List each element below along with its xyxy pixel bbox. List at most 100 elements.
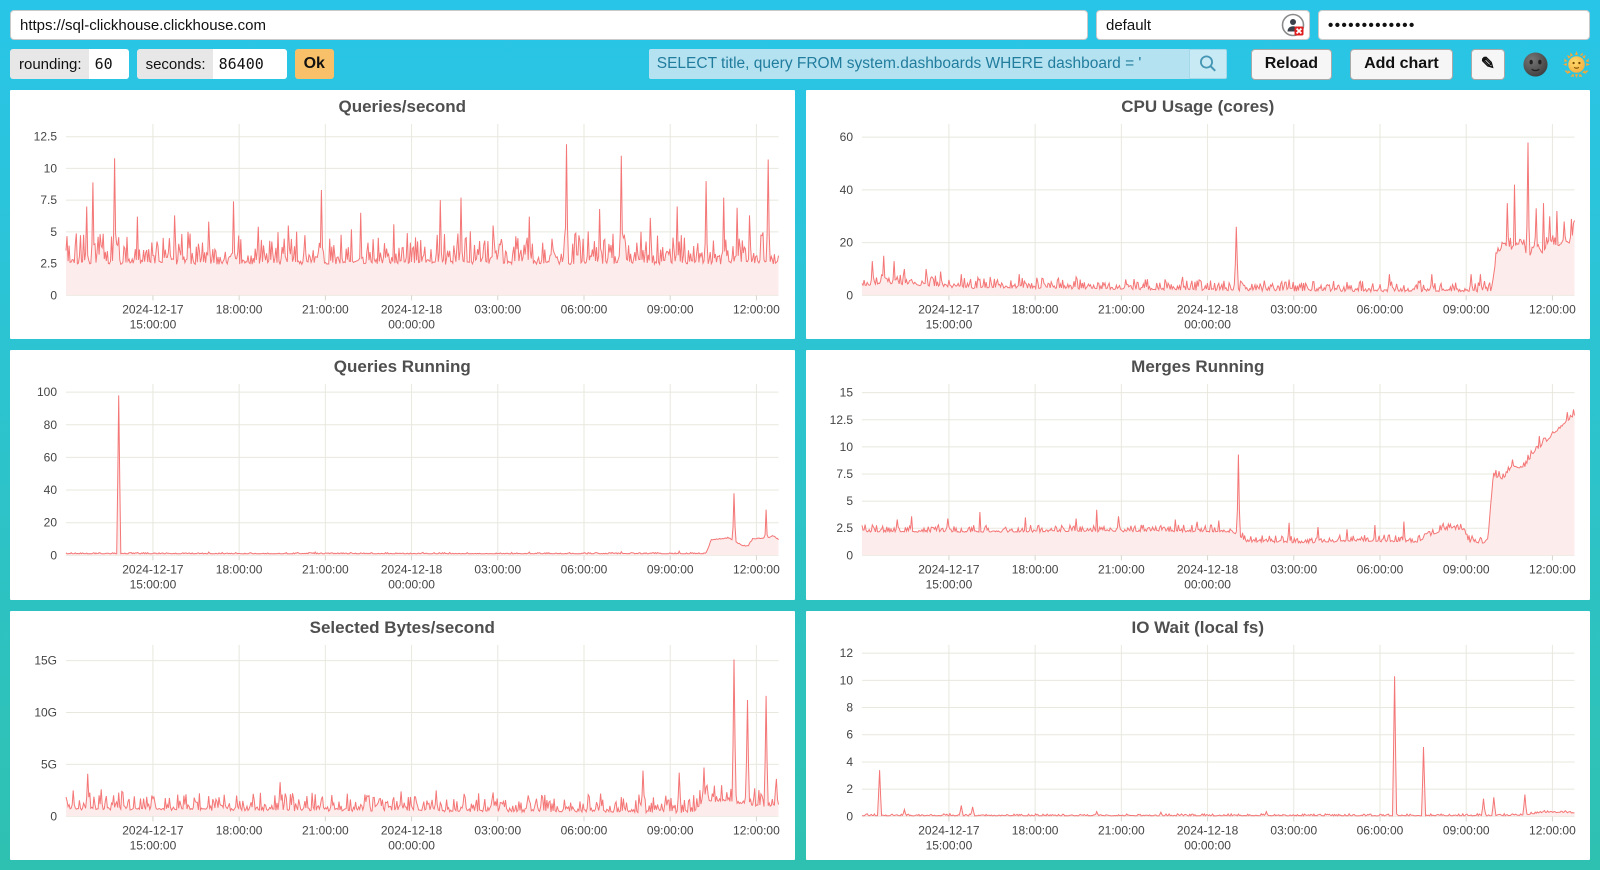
svg-text:03:00:00: 03:00:00 — [474, 823, 521, 837]
chart-plot-area[interactable]: 02040602024-12-1715:00:0018:00:0021:00:0… — [806, 90, 1591, 339]
rounding-field: rounding: — [10, 49, 129, 79]
svg-text:100: 100 — [37, 385, 57, 399]
chart-plot-area[interactable]: 0246810122024-12-1715:00:0018:00:0021:00… — [806, 611, 1591, 860]
svg-text:18:00:00: 18:00:00 — [216, 823, 263, 837]
svg-text:80: 80 — [44, 418, 58, 432]
chart-plot-area[interactable]: 02.557.51012.5152024-12-1715:00:0018:00:… — [806, 350, 1591, 599]
chart-card-queries-running: Queries Running 0204060801002024-12-1715… — [10, 350, 795, 599]
ok-button[interactable]: Ok — [295, 49, 334, 79]
svg-text:18:00:00: 18:00:00 — [216, 302, 263, 316]
seconds-input[interactable] — [213, 49, 287, 79]
svg-text:03:00:00: 03:00:00 — [1270, 563, 1317, 577]
svg-text:09:00:00: 09:00:00 — [1442, 823, 1489, 837]
svg-text:4: 4 — [846, 755, 853, 769]
username-field-wrap — [1096, 10, 1310, 40]
svg-text:03:00:00: 03:00:00 — [474, 563, 521, 577]
rounding-input[interactable] — [89, 49, 129, 79]
svg-text:40: 40 — [839, 183, 853, 197]
svg-text:00:00:00: 00:00:00 — [1184, 838, 1231, 852]
svg-text:0: 0 — [50, 549, 57, 563]
svg-text:21:00:00: 21:00:00 — [302, 302, 349, 316]
svg-text:2024-12-18: 2024-12-18 — [381, 823, 443, 837]
svg-text:0: 0 — [846, 809, 853, 823]
svg-text:0: 0 — [50, 809, 57, 823]
chart-plot-area[interactable]: 0204060801002024-12-1715:00:0018:00:0021… — [10, 350, 795, 599]
svg-text:21:00:00: 21:00:00 — [1097, 823, 1144, 837]
dashboard-query-input[interactable] — [649, 49, 1189, 79]
svg-text:06:00:00: 06:00:00 — [561, 823, 608, 837]
clickhouse-dashboard-page: rounding: seconds: Ok Reload Add chart ✎ — [10, 10, 1590, 860]
svg-text:5: 5 — [846, 494, 853, 508]
reload-button[interactable]: Reload — [1251, 49, 1332, 80]
svg-text:15G: 15G — [34, 653, 57, 667]
host-url-input[interactable] — [10, 10, 1088, 40]
chart-card-cpu-usage: CPU Usage (cores) 02040602024-12-1715:00… — [806, 90, 1591, 339]
svg-text:2024-12-17: 2024-12-17 — [918, 302, 980, 316]
svg-text:12:00:00: 12:00:00 — [733, 823, 780, 837]
chart-title: CPU Usage (cores) — [806, 97, 1591, 117]
pencil-icon: ✎ — [1481, 54, 1495, 73]
seconds-label: seconds: — [137, 49, 213, 79]
rounding-label: rounding: — [10, 49, 89, 79]
search-button[interactable] — [1189, 49, 1227, 79]
svg-text:2024-12-18: 2024-12-18 — [381, 563, 443, 577]
svg-text:60: 60 — [44, 451, 58, 465]
svg-text:00:00:00: 00:00:00 — [388, 838, 435, 852]
chart-card-selected-bytes: Selected Bytes/second 05G10G15G2024-12-1… — [10, 611, 795, 860]
add-chart-button[interactable]: Add chart — [1350, 49, 1453, 80]
chart-title: IO Wait (local fs) — [806, 618, 1591, 638]
svg-text:60: 60 — [839, 130, 853, 144]
svg-text:06:00:00: 06:00:00 — [561, 302, 608, 316]
chart-title: Queries Running — [10, 357, 795, 377]
svg-text:2: 2 — [846, 782, 853, 796]
password-manager-icon[interactable] — [1281, 13, 1305, 37]
svg-text:09:00:00: 09:00:00 — [647, 823, 694, 837]
svg-text:15:00:00: 15:00:00 — [925, 838, 972, 852]
svg-text:0: 0 — [846, 549, 853, 563]
svg-text:12:00:00: 12:00:00 — [1529, 563, 1576, 577]
svg-text:15:00:00: 15:00:00 — [130, 838, 177, 852]
svg-text:2024-12-17: 2024-12-17 — [918, 823, 980, 837]
svg-text:6: 6 — [846, 727, 853, 741]
svg-text:21:00:00: 21:00:00 — [302, 563, 349, 577]
svg-text:12:00:00: 12:00:00 — [733, 563, 780, 577]
chart-plot-area[interactable]: 02.557.51012.52024-12-1715:00:0018:00:00… — [10, 90, 795, 339]
svg-text:03:00:00: 03:00:00 — [1270, 823, 1317, 837]
svg-text:09:00:00: 09:00:00 — [1442, 563, 1489, 577]
chart-card-io-wait: IO Wait (local fs) 0246810122024-12-1715… — [806, 611, 1591, 860]
chart-card-queries-per-second: Queries/second 02.557.51012.52024-12-171… — [10, 90, 795, 339]
password-input[interactable] — [1318, 10, 1590, 40]
svg-text:15: 15 — [839, 386, 853, 400]
svg-text:00:00:00: 00:00:00 — [388, 317, 435, 331]
svg-text:12:00:00: 12:00:00 — [733, 302, 780, 316]
svg-text:03:00:00: 03:00:00 — [474, 302, 521, 316]
charts-grid: Queries/second 02.557.51012.52024-12-171… — [10, 90, 1590, 860]
svg-text:06:00:00: 06:00:00 — [1356, 302, 1403, 316]
svg-text:5: 5 — [50, 225, 57, 239]
chart-plot-area[interactable]: 05G10G15G2024-12-1715:00:0018:00:0021:00… — [10, 611, 795, 860]
svg-text:20: 20 — [839, 236, 853, 250]
svg-text:12:00:00: 12:00:00 — [1529, 823, 1576, 837]
svg-text:18:00:00: 18:00:00 — [1011, 823, 1058, 837]
dark-theme-moon-icon[interactable] — [1522, 51, 1549, 78]
chart-title: Queries/second — [10, 97, 795, 117]
svg-text:18:00:00: 18:00:00 — [216, 563, 263, 577]
svg-text:2024-12-18: 2024-12-18 — [381, 302, 443, 316]
svg-text:2024-12-17: 2024-12-17 — [122, 823, 184, 837]
svg-text:10: 10 — [44, 161, 58, 175]
edit-button[interactable]: ✎ — [1471, 49, 1505, 80]
svg-text:40: 40 — [44, 483, 58, 497]
chart-card-merges-running: Merges Running 02.557.51012.5152024-12-1… — [806, 350, 1591, 599]
svg-text:00:00:00: 00:00:00 — [388, 578, 435, 592]
svg-text:18:00:00: 18:00:00 — [1011, 302, 1058, 316]
chart-title: Selected Bytes/second — [10, 618, 795, 638]
svg-text:5G: 5G — [41, 757, 57, 771]
svg-text:10G: 10G — [34, 705, 57, 719]
svg-text:0: 0 — [846, 288, 853, 302]
username-input[interactable] — [1096, 10, 1310, 40]
svg-text:12.5: 12.5 — [34, 130, 58, 144]
svg-text:10: 10 — [839, 673, 853, 687]
light-theme-sun-icon[interactable] — [1563, 51, 1590, 78]
svg-text:8: 8 — [846, 700, 853, 714]
svg-text:06:00:00: 06:00:00 — [1356, 563, 1403, 577]
